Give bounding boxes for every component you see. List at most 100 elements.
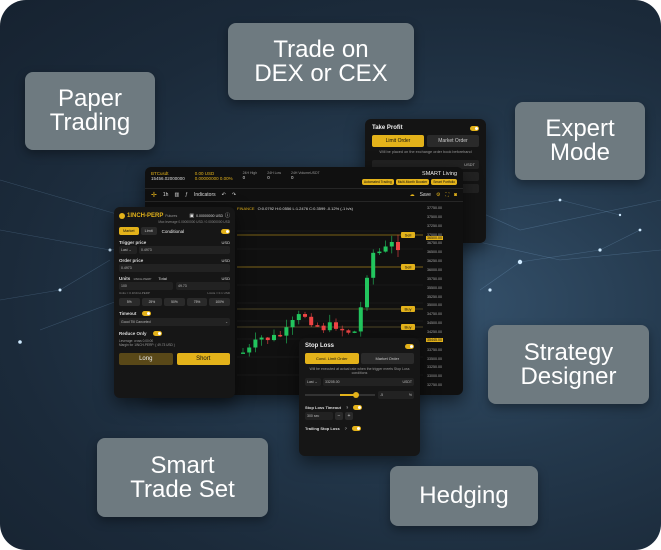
sl-type-select[interactable]: Last ⌄	[305, 378, 321, 386]
indicators-button[interactable]: Indicators	[194, 192, 216, 198]
smart-living-title: SMART Living	[422, 171, 457, 177]
wallet-icon: ▣	[189, 212, 195, 219]
fullscreen-icon[interactable]: ⛶	[445, 192, 449, 198]
help-icon[interactable]: ⓘ	[225, 212, 230, 219]
timeout-toggle[interactable]	[142, 311, 152, 316]
order-price-value: 0.4973	[121, 266, 132, 270]
order-price-currency: USD	[221, 258, 230, 263]
coin-icon	[119, 212, 125, 219]
pct-button-75[interactable]: 75%	[186, 298, 208, 306]
save-button[interactable]: Save	[420, 192, 431, 198]
sl-timeout-toggle[interactable]	[353, 405, 363, 410]
trigger-price-currency: USD	[221, 240, 230, 245]
axis-tick-label: 33750.00	[427, 347, 442, 352]
sl-slider-handle[interactable]	[352, 392, 359, 398]
sl-timeout-minus[interactable]: −	[335, 412, 343, 420]
order-price-label: Order price	[119, 258, 144, 263]
sl-timeout-label: Stop Loss Timeout	[305, 405, 341, 410]
redo-icon[interactable]: ↷	[232, 192, 236, 198]
timeframe-icon[interactable]: 1h	[163, 192, 169, 198]
settings-icon[interactable]: ⚙	[436, 192, 440, 198]
candle-body	[334, 322, 338, 329]
tab-sl-market-order[interactable]: Market Order	[360, 353, 414, 364]
axis-tick-label: 34750.00	[427, 312, 442, 317]
tab-conditional[interactable]: Conditional	[159, 229, 219, 234]
trigger-price-label: Trigger price	[119, 240, 147, 245]
candle-body	[321, 325, 326, 331]
candle-body	[296, 314, 301, 321]
candle-body	[340, 328, 345, 331]
order-price-input[interactable]: 0.4973	[119, 264, 230, 272]
smart-portfolio-button[interactable]: Smart Portfolio	[431, 179, 457, 185]
reduce-only-toggle[interactable]	[152, 331, 162, 336]
sl-timeout-plus[interactable]: +	[345, 412, 353, 420]
candle-body	[371, 252, 376, 278]
tab-cond-limit-order[interactable]: Cond. Limit Order	[305, 353, 359, 364]
sl-price-value: 33205.00	[325, 380, 340, 384]
high-value: 0	[242, 175, 246, 180]
sl-price-input[interactable]: 33205.00 USDT	[323, 378, 414, 386]
timeout-select[interactable]: Good Till Canceled ⌄	[119, 318, 230, 326]
stop-loss-toggle[interactable]	[405, 343, 414, 349]
tag-smart-line1: Smart	[150, 451, 215, 479]
stop-loss-title: Stop Loss	[305, 343, 335, 349]
timeout-value: Good Till Canceled	[121, 320, 151, 324]
trigger-price-input[interactable]: 0.4973	[139, 246, 230, 254]
pct-button-100[interactable]: 100%	[209, 298, 230, 306]
order-tag-label: Sell	[405, 265, 412, 270]
candle-body	[272, 334, 276, 341]
short-button[interactable]: Short	[176, 353, 230, 365]
candle-body	[365, 277, 369, 308]
candle-body	[315, 325, 320, 327]
camera-icon[interactable]: ◙	[454, 192, 457, 198]
tab-market[interactable]: Market	[119, 227, 139, 235]
pct-button-25[interactable]: 25%	[141, 298, 163, 306]
units-value: 100	[121, 284, 127, 288]
axis-tick-label: 35750.00	[427, 276, 442, 281]
stop-loss-panel: Stop Loss Cond. Limit Order Market Order…	[299, 338, 420, 456]
tab-limit[interactable]: Limit	[140, 227, 157, 235]
tag-trade-on-line1: Trade on	[273, 35, 369, 63]
crosshair-icon[interactable]: ✛	[151, 191, 157, 199]
indicators-icon[interactable]: ƒ	[185, 192, 188, 198]
take-profit-title: Take Profit	[372, 125, 403, 131]
cloud-icon[interactable]: ☁	[410, 192, 415, 198]
pair-title[interactable]: 1INCH-PERP	[127, 213, 163, 219]
trailing-help-icon[interactable]: ?	[345, 426, 347, 431]
tag-strategy-line2: Designer	[520, 362, 617, 390]
ticker-bar: BTCusdt 15456.02000000 0.00 USD 0.000000…	[145, 167, 463, 189]
tab-market-order[interactable]: Market Order	[427, 135, 479, 147]
sl-pct-input[interactable]: -5 %	[378, 391, 414, 399]
total-input[interactable]: 49.73	[176, 282, 230, 290]
sl-slider[interactable]	[305, 392, 375, 398]
volume-value: 0	[291, 175, 294, 180]
tab-limit-order[interactable]: Limit Order	[372, 135, 424, 147]
tag-expert-line1: Expert	[545, 115, 615, 142]
pct-button-50[interactable]: 50%	[164, 298, 185, 306]
multi-month-booster-button[interactable]: Multi-Month Booster	[395, 179, 430, 185]
trigger-type-select[interactable]: Last ⌄	[119, 246, 137, 254]
undo-icon[interactable]: ↶	[222, 192, 226, 198]
candle-body	[259, 337, 264, 340]
tag-hedging: Hedging	[390, 466, 538, 526]
candle-body	[278, 334, 283, 337]
sl-price-currency: USDT	[402, 380, 412, 384]
candles-icon[interactable]: ▥	[174, 192, 179, 198]
tag-expert-mode: Expert Mode	[515, 102, 645, 180]
chevron-down-icon: ⌄	[225, 320, 228, 324]
conditional-toggle[interactable]	[221, 228, 230, 234]
tag-trade-on-line2: DEX or CEX	[254, 59, 388, 87]
sl-timeout-help-icon[interactable]: ?	[346, 405, 348, 410]
trailing-stop-loss-toggle[interactable]	[351, 426, 361, 431]
automated-trading-button[interactable]: Automated Trading	[361, 179, 394, 185]
axis-tick-label: 33250.00	[427, 365, 442, 370]
take-profit-toggle[interactable]	[470, 125, 479, 131]
pct-button-5[interactable]: 5%	[119, 298, 140, 306]
axis-tick-label: 36750.00	[427, 241, 442, 246]
candle-body	[309, 316, 314, 326]
units-input[interactable]: 100	[119, 282, 173, 290]
sl-timeout-input[interactable]: 300 sec	[305, 412, 333, 420]
candle-body	[303, 314, 307, 317]
long-button[interactable]: Long	[119, 353, 173, 365]
axis-tick-label: 35000.00	[427, 303, 442, 308]
